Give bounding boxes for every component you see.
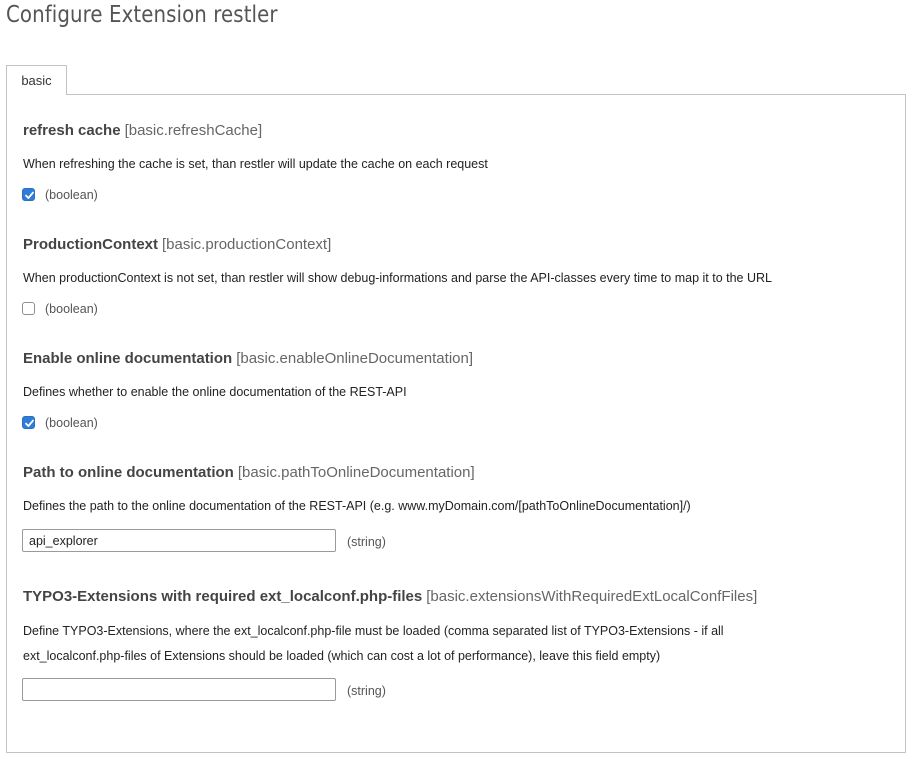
field-key: [basic.extensionsWithRequiredExtLocalCon… (426, 588, 758, 605)
field-label: Path to online documentation (23, 464, 234, 481)
type-label: (boolean) (45, 302, 98, 316)
field-heading-path-to-online-documentation: Path to online documentation [basic.pathT… (23, 464, 475, 482)
field-description: Defines whether to enable the online doc… (23, 385, 407, 399)
field-description: When productionContext is not set, than … (23, 271, 772, 285)
field-description: Defines the path to the online documenta… (23, 499, 691, 513)
type-label: (string) (347, 535, 386, 549)
field-heading-refresh-cache: refresh cache [basic.refreshCache] (23, 122, 262, 140)
field-label: TYPO3-Extensions with required ext_local… (23, 588, 423, 605)
checkmark-icon (25, 191, 34, 199)
production-context-checkbox[interactable] (22, 302, 35, 315)
path-to-online-documentation-input[interactable] (22, 529, 336, 552)
checkmark-icon (25, 419, 34, 427)
type-label: (boolean) (45, 416, 98, 430)
field-description-line: ext_localconf.php-files of Extensions sh… (23, 649, 661, 663)
field-label: ProductionContext (23, 236, 158, 253)
type-label: (boolean) (45, 188, 98, 202)
field-heading-enable-online-documentation: Enable online documentation [basic.enable… (23, 350, 473, 368)
tab-basic[interactable]: basic (6, 65, 67, 95)
field-label: refresh cache (23, 122, 121, 139)
field-key: [basic.enableOnlineDocumentation] (236, 350, 474, 367)
page-title: Configure Extension restler (6, 2, 278, 28)
refresh-cache-checkbox[interactable] (22, 188, 35, 201)
field-heading-extensions-with-required-ext-localconf: TYPO3-Extensions with required ext_local… (23, 588, 757, 606)
type-label: (string) (347, 684, 386, 698)
extensions-with-required-ext-localconf-input[interactable] (22, 678, 336, 701)
field-key: [basic.productionContext] (162, 236, 332, 253)
enable-online-documentation-checkbox[interactable] (22, 416, 35, 429)
field-key: [basic.refreshCache] (124, 122, 263, 139)
field-label: Enable online documentation (23, 350, 233, 367)
field-description-line: Define TYPO3-Extensions, where the ext_l… (23, 624, 724, 638)
field-heading-production-context: ProductionContext [basic.productionContex… (23, 236, 331, 254)
field-key: [basic.pathToOnlineDocumentation] (237, 464, 475, 481)
field-description: When refreshing the cache is set, than r… (23, 157, 488, 171)
